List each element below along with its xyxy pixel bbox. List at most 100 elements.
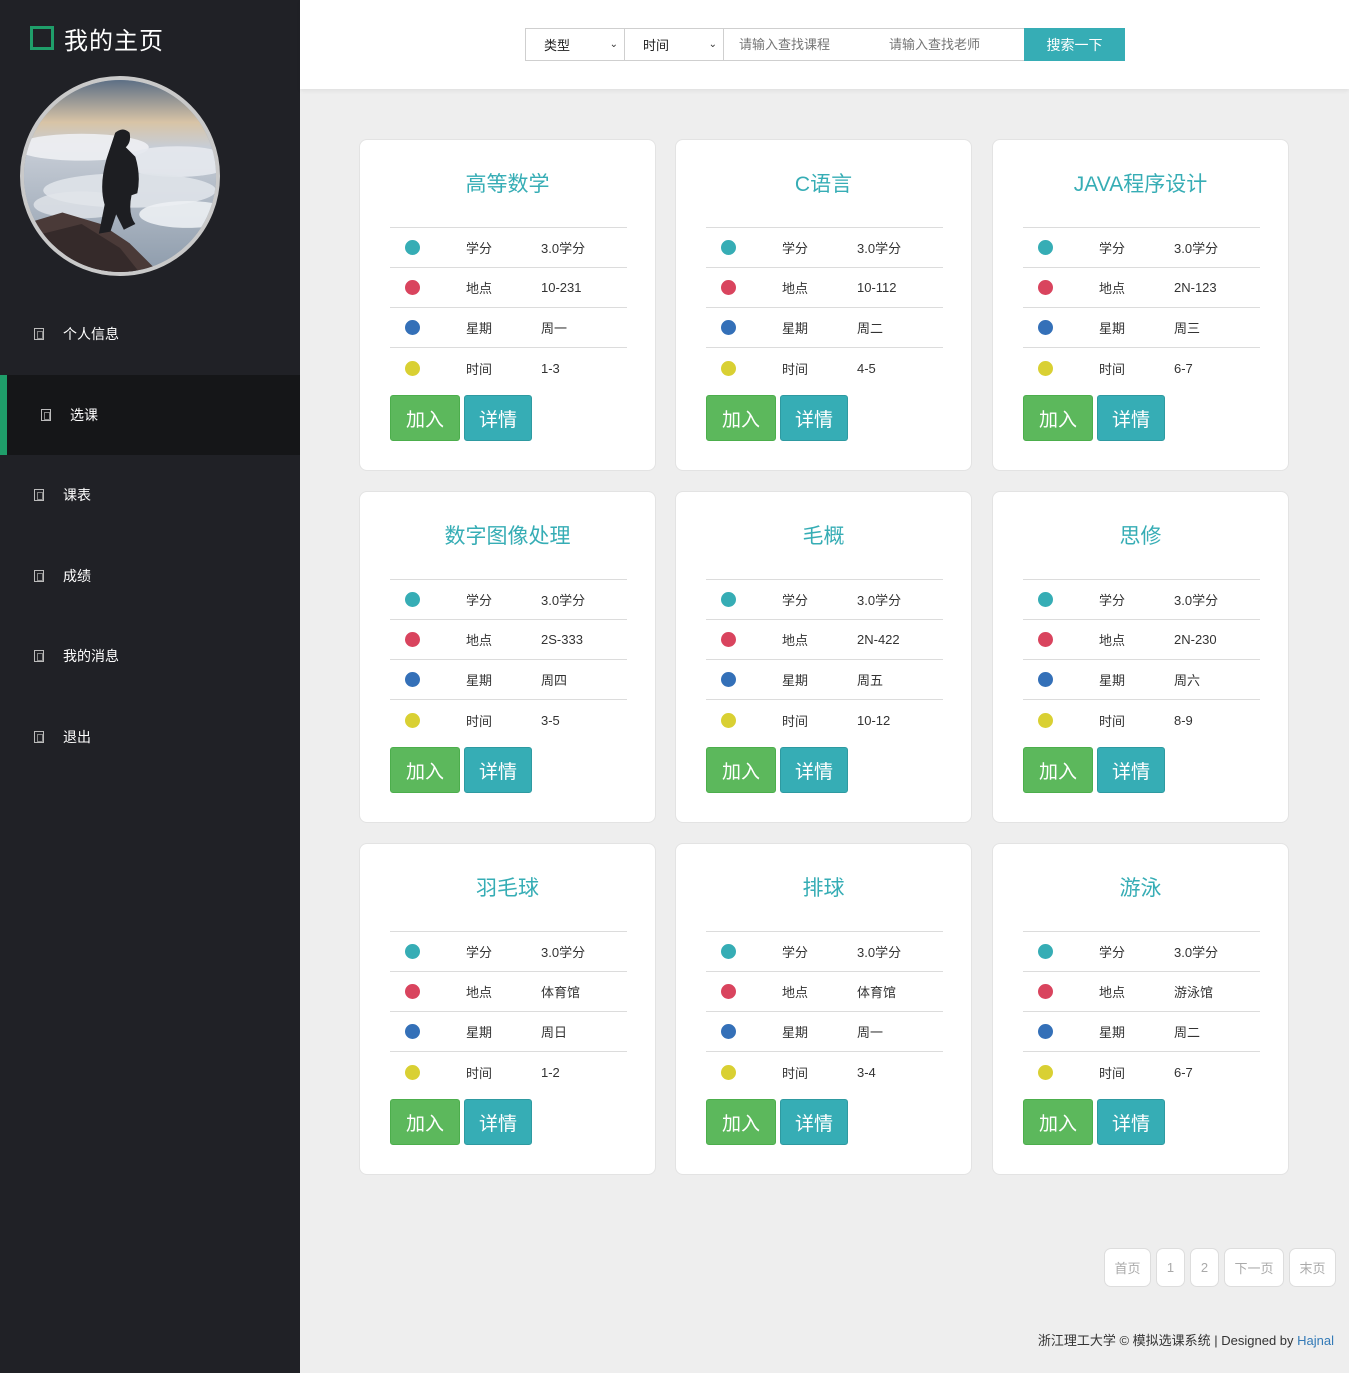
type-select[interactable]: 类型 ⌄ bbox=[526, 29, 625, 60]
bullet-dot-icon bbox=[721, 632, 736, 647]
sidebar-item-messages[interactable]: 我的消息 bbox=[0, 616, 300, 697]
bullet-dot-icon bbox=[721, 944, 736, 959]
page-first-button[interactable]: 首页 bbox=[1104, 1248, 1151, 1287]
bullet-dot-icon bbox=[405, 1024, 420, 1039]
row-label: 星期 bbox=[782, 1025, 809, 1040]
join-button[interactable]: 加入 bbox=[390, 747, 460, 793]
sidebar-item-timetable[interactable]: 课表 bbox=[0, 455, 300, 536]
search-form: 类型 ⌄ 时间 ⌄ 搜索一下 bbox=[525, 28, 1125, 61]
time-select[interactable]: 时间 ⌄ bbox=[625, 29, 724, 60]
course-info-row: 时间 6-7 bbox=[1023, 1052, 1260, 1092]
row-value: 周六 bbox=[1174, 673, 1201, 688]
brand[interactable]: 我的主页 bbox=[30, 24, 164, 55]
sidebar-item-label: 退出 bbox=[63, 728, 91, 745]
bullet-dot-icon bbox=[405, 1064, 420, 1080]
search-button[interactable]: 搜索一下 bbox=[1024, 28, 1125, 61]
chevron-down-icon: ⌄ bbox=[609, 39, 618, 50]
document-icon bbox=[34, 569, 44, 582]
row-label: 学分 bbox=[1099, 241, 1126, 256]
sidebar-item-logout[interactable]: 退出 bbox=[0, 697, 300, 778]
detail-button[interactable]: 详情 bbox=[1097, 395, 1165, 441]
row-label: 地点 bbox=[782, 985, 809, 1000]
bullet-dot-icon bbox=[721, 592, 736, 607]
join-button[interactable]: 加入 bbox=[390, 1099, 460, 1145]
course-card: 游泳 学分 3.0学分 地点 游泳馆 星期 周二 时间 6-7 加入 详情 bbox=[992, 843, 1289, 1175]
join-button[interactable]: 加入 bbox=[706, 747, 776, 793]
course-info-row: 时间 3-5 bbox=[390, 700, 627, 740]
course-card: JAVA程序设计 学分 3.0学分 地点 2N-123 星期 周三 时间 6-7 加入 详情 bbox=[992, 139, 1289, 471]
bullet-dot-icon bbox=[721, 1064, 736, 1080]
row-value: 8-9 bbox=[1174, 712, 1193, 728]
detail-button[interactable]: 详情 bbox=[464, 395, 532, 441]
detail-button[interactable]: 详情 bbox=[1097, 1099, 1165, 1145]
course-info: 学分 3.0学分 地点 体育馆 星期 周日 时间 1-2 bbox=[390, 931, 627, 1092]
bullet-dot-icon bbox=[405, 944, 420, 959]
bullet-dot-icon bbox=[721, 712, 736, 728]
document-icon bbox=[34, 489, 44, 502]
course-title: 毛概 bbox=[802, 525, 845, 548]
detail-button[interactable]: 详情 bbox=[780, 1099, 848, 1145]
row-label: 时间 bbox=[466, 713, 493, 729]
sidebar-item-grades[interactable]: 成绩 bbox=[0, 536, 300, 617]
join-button[interactable]: 加入 bbox=[1023, 395, 1093, 441]
sidebar-item-label: 选课 bbox=[70, 406, 98, 423]
course-info-row: 时间 3-4 bbox=[706, 1052, 943, 1092]
course-info-row: 学分 3.0学分 bbox=[1023, 932, 1260, 972]
page-1-button[interactable]: 1 bbox=[1156, 1248, 1185, 1287]
row-label: 地点 bbox=[1099, 633, 1126, 648]
row-label: 星期 bbox=[466, 673, 493, 688]
join-button[interactable]: 加入 bbox=[706, 1099, 776, 1145]
detail-button[interactable]: 详情 bbox=[1097, 747, 1165, 793]
course-search-input[interactable] bbox=[724, 29, 874, 60]
footer-author-link[interactable]: Hajnal bbox=[1297, 1333, 1334, 1348]
row-label: 地点 bbox=[1099, 281, 1126, 296]
detail-button[interactable]: 详情 bbox=[780, 395, 848, 441]
page-last-button[interactable]: 末页 bbox=[1289, 1248, 1336, 1287]
time-select-value: 时间 bbox=[643, 38, 670, 53]
course-info-row: 学分 3.0学分 bbox=[390, 228, 627, 268]
course-info: 学分 3.0学分 地点 游泳馆 星期 周二 时间 6-7 bbox=[1023, 931, 1260, 1092]
row-value: 6-7 bbox=[1174, 360, 1193, 376]
bullet-dot-icon bbox=[721, 984, 736, 999]
join-button[interactable]: 加入 bbox=[390, 395, 460, 441]
bullet-dot-icon bbox=[1038, 944, 1053, 959]
row-value: 2N-123 bbox=[1174, 280, 1217, 295]
row-label: 地点 bbox=[782, 281, 809, 296]
row-value: 10-231 bbox=[541, 280, 582, 295]
course-title: C语言 bbox=[794, 173, 853, 196]
bullet-dot-icon bbox=[1038, 1064, 1053, 1080]
sidebar-item-label: 课表 bbox=[63, 487, 91, 504]
detail-button[interactable]: 详情 bbox=[780, 747, 848, 793]
bullet-dot-icon bbox=[405, 712, 420, 728]
row-label: 地点 bbox=[1099, 985, 1126, 1000]
detail-button[interactable]: 详情 bbox=[464, 1099, 532, 1145]
row-value: 2S-333 bbox=[541, 632, 583, 647]
sidebar-item-profile[interactable]: 个人信息 bbox=[0, 294, 300, 375]
join-button[interactable]: 加入 bbox=[1023, 1099, 1093, 1145]
bullet-dot-icon bbox=[1038, 632, 1053, 647]
teacher-search-input[interactable] bbox=[874, 29, 1024, 60]
detail-button[interactable]: 详情 bbox=[464, 747, 532, 793]
row-label: 星期 bbox=[1099, 673, 1126, 688]
bullet-dot-icon bbox=[721, 320, 736, 335]
join-button[interactable]: 加入 bbox=[706, 395, 776, 441]
course-info: 学分 3.0学分 地点 2N-422 星期 周五 时间 10-12 bbox=[706, 579, 943, 740]
sidebar-item-course-selection[interactable]: 选课 bbox=[0, 374, 300, 455]
sidebar-item-label: 成绩 bbox=[63, 567, 91, 584]
sidebar: 我的主页 个人信息 选课 课表 成绩 我的消息 退出 bbox=[0, 0, 300, 1373]
row-label: 时间 bbox=[466, 1065, 493, 1081]
course-info-row: 时间 1-3 bbox=[390, 348, 627, 388]
course-info-row: 星期 周四 bbox=[390, 660, 627, 700]
page-next-button[interactable]: 下一页 bbox=[1224, 1248, 1284, 1287]
join-button[interactable]: 加入 bbox=[1023, 747, 1093, 793]
course-info-row: 地点 10-231 bbox=[390, 268, 627, 308]
bullet-dot-icon bbox=[721, 240, 736, 255]
page-2-button[interactable]: 2 bbox=[1190, 1248, 1219, 1287]
row-label: 地点 bbox=[466, 281, 493, 296]
top-bar: 类型 ⌄ 时间 ⌄ 搜索一下 bbox=[300, 0, 1349, 89]
row-label: 学分 bbox=[466, 593, 493, 608]
row-value: 2N-230 bbox=[1174, 632, 1217, 647]
bullet-dot-icon bbox=[1038, 360, 1053, 376]
course-info-row: 学分 3.0学分 bbox=[390, 580, 627, 620]
bullet-dot-icon bbox=[1038, 984, 1053, 999]
